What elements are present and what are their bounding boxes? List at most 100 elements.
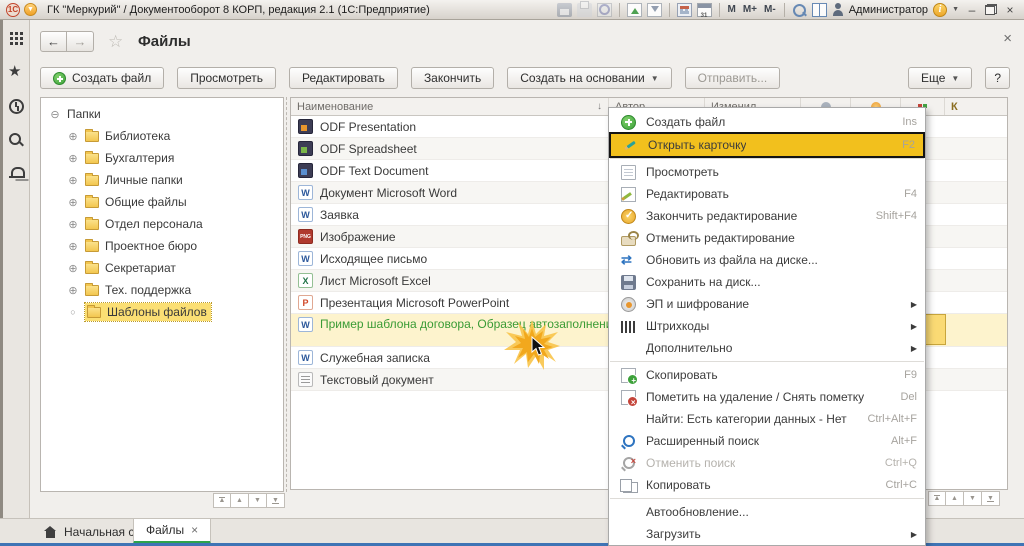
memory-m-button[interactable]: M [727,4,737,15]
go-first-button[interactable]: ▲ [213,493,231,508]
print-preview-icon[interactable] [597,3,612,17]
panel-splitter[interactable] [286,97,287,492]
word-file-icon [298,251,313,266]
expand-icon[interactable] [67,218,79,231]
menu-item-copy-create[interactable]: СкопироватьF9 [609,364,925,386]
go-next-button[interactable]: ▼ [964,491,982,506]
menu-item-finish-editing[interactable]: Закончить редактированиеShift+F4 [609,205,925,227]
tree-item-shablony-failov[interactable]: Шаблоны файлов [41,301,283,323]
column-header-name[interactable]: Наименование↓ [291,98,609,115]
tree-root-folders[interactable]: Папки [41,103,283,125]
png-image-file-icon [298,229,313,244]
favorite-star-icon[interactable]: ☆ [108,32,123,52]
menu-item-find-categories[interactable]: Найти: Есть категории данных - НетCtrl+A… [609,408,925,430]
go-previous-button[interactable]: ▲ [231,493,249,508]
collapse-icon[interactable] [49,108,61,121]
folders-panel: Папки Библиотека Бухгалтерия Личные папк… [40,97,284,492]
tab-files-active[interactable]: Файлы × [133,519,211,544]
menu-item-cancel-editing[interactable]: Отменить редактирование [609,227,925,249]
split-window-icon[interactable] [812,3,827,17]
help-button[interactable]: ? [985,67,1010,89]
menu-separator [610,158,924,159]
menu-item-save-to-disk[interactable]: Сохранить на диск... [609,271,925,293]
menu-item-signature-encryption[interactable]: ЭП и шифрование▶ [609,293,925,315]
expand-icon[interactable] [67,284,79,297]
minimize-button[interactable]: – [964,3,980,17]
main-menu-caret-icon[interactable]: ▼ [24,3,37,16]
no-icon [621,341,636,356]
menu-item-view[interactable]: Просмотреть [609,161,925,183]
calendar-icon[interactable] [697,3,712,17]
expand-icon[interactable] [67,152,79,165]
memory-m-minus-button[interactable]: M- [763,4,777,15]
menu-item-refresh-from-disk[interactable]: Обновить из файла на диске... [609,249,925,271]
more-button[interactable]: Еще▼ [908,67,972,89]
menu-item-edit[interactable]: РедактироватьF4 [609,183,925,205]
tree-item-lichnye-papki[interactable]: Личные папки [41,169,283,191]
send-button[interactable]: Отправить... [685,67,781,89]
tree-item-buhgalteria[interactable]: Бухгалтерия [41,147,283,169]
restore-button[interactable] [985,4,997,15]
forward-button[interactable]: → [67,31,94,52]
column-header-k[interactable]: К [945,98,1007,115]
menu-item-copy[interactable]: КопироватьCtrl+C [609,474,925,496]
load-from-file-icon[interactable] [627,3,642,17]
search-magnifier-icon[interactable] [8,132,24,148]
go-last-button[interactable]: ▼ [267,493,285,508]
menu-item-load[interactable]: Загрузить▶ [609,523,925,545]
notifications-bell-icon[interactable] [8,166,24,182]
print-icon[interactable] [577,3,592,17]
expand-icon[interactable] [67,174,79,187]
expand-icon[interactable] [67,262,79,275]
tree-item-proektnoe-byuro[interactable]: Проектное бюро [41,235,283,257]
cancel-editing-unlock-icon [621,236,636,246]
go-next-button[interactable]: ▼ [249,493,267,508]
save-icon[interactable] [557,3,572,17]
form-close-icon[interactable]: × [1003,30,1012,47]
expand-icon[interactable] [67,240,79,253]
tree-item-sekretariat[interactable]: Секретариат [41,257,283,279]
go-first-button[interactable]: ▲ [928,491,946,506]
app-window: { "titlebar": { "app_logo": "1С", "title… [0,0,1024,546]
favorites-star-icon[interactable] [8,64,24,80]
save-file-icon[interactable] [647,3,662,17]
create-file-button[interactable]: Создать файл [40,67,164,89]
tree-item-otdel-personala[interactable]: Отдел персонала [41,213,283,235]
close-button[interactable]: × [1002,3,1018,17]
mark-deletion-icon [621,390,636,405]
expand-icon[interactable] [67,196,79,209]
tree-item-obshchie-faily[interactable]: Общие файлы [41,191,283,213]
edit-button[interactable]: Редактировать [289,67,398,89]
back-button[interactable]: ← [40,31,67,52]
user-icon [832,3,844,16]
home-icon [44,527,57,538]
expand-icon[interactable] [67,130,79,143]
view-button[interactable]: Просмотреть [177,67,276,89]
menu-item-barcodes[interactable]: Штрихкоды▶ [609,315,925,337]
toolbar: Создать файл Просмотреть Редактировать З… [40,66,1010,90]
calculator-icon[interactable] [677,3,692,17]
tree-item-biblioteka[interactable]: Библиотека [41,125,283,147]
form-header: ← → ☆ Файлы × [30,20,1024,62]
memory-m-plus-button[interactable]: M+ [742,4,758,15]
main-menu-icon[interactable] [8,30,24,46]
menu-item-advanced-search[interactable]: Расширенный поискAlt+F [609,430,925,452]
tab-close-icon[interactable]: × [191,523,198,537]
menu-item-open-card[interactable]: Открыть карточкуF2 [611,134,923,156]
menu-item-mark-deletion[interactable]: Пометить на удаление / Снять пометкуDel [609,386,925,408]
odf-presentation-file-icon [298,119,313,134]
create-based-on-button[interactable]: Создать на основании▼ [507,67,671,89]
folder-icon [87,307,101,318]
finish-button[interactable]: Закончить [411,67,494,89]
menu-item-create-file[interactable]: Создать файлIns [609,111,925,133]
menu-item-auto-refresh[interactable]: Автообновление... [609,501,925,523]
info-icon[interactable]: i [933,3,947,17]
info-caret-icon[interactable]: ▼ [952,6,959,13]
window-title: ГК "Меркурий" / Документооборот 8 КОРП, … [47,4,430,16]
tree-item-teh-podderzhka[interactable]: Тех. поддержка [41,279,283,301]
menu-item-additional[interactable]: Дополнительно▶ [609,337,925,359]
history-clock-icon[interactable] [8,98,24,114]
go-last-button[interactable]: ▼ [982,491,1000,506]
go-previous-button[interactable]: ▲ [946,491,964,506]
zoom-icon[interactable] [792,3,807,17]
